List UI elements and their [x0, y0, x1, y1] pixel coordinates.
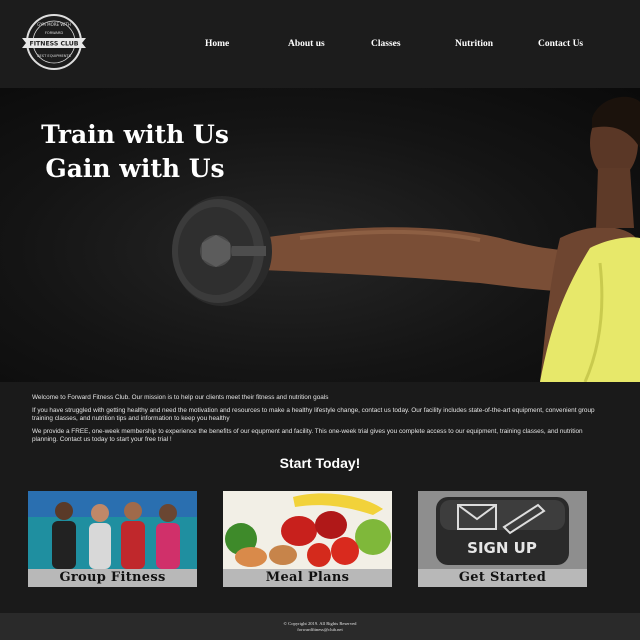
group-fitness-label: Group Fitness	[28, 569, 197, 587]
sign-up-image: SIGN UP	[418, 491, 587, 569]
footer-copyright: © Copyright 2019. All Rights Reserved	[283, 621, 357, 626]
hero-line-2: Gain with Us	[45, 154, 225, 183]
start-today-heading: Start Today!	[279, 455, 361, 471]
nav-nutrition[interactable]: Nutrition	[455, 39, 493, 49]
main-nav: Home About us Classes Nutrition Contact …	[0, 39, 640, 53]
intro-paragraph-1: Welcome to Forward Fitness Club. Our mis…	[32, 394, 329, 401]
intro-section: Welcome to Forward Fitness Club. Our mis…	[32, 394, 610, 449]
meal-plans-card[interactable]: Meal Plans	[223, 491, 392, 587]
logo-top-text: GYM MORE WITH	[37, 22, 71, 27]
sign-up-text: SIGN UP	[467, 539, 537, 557]
site-header: GYM MORE WITH FORWARD FITNESS CLUB BEST …	[0, 0, 640, 88]
meal-plans-image	[223, 491, 392, 569]
logo-bottom-text: BEST EQUIPMENTS	[37, 54, 72, 58]
group-fitness-image	[28, 491, 197, 569]
nav-home[interactable]: Home	[205, 39, 229, 49]
get-started-label: Get Started	[418, 569, 587, 587]
footer-email[interactable]: forwardfitness@club.net	[0, 627, 640, 633]
logo-middle-text: FORWARD	[45, 31, 64, 35]
hero-banner: Train with Us Gain with Us	[0, 88, 640, 382]
get-started-card[interactable]: SIGN UP Get Started	[418, 491, 587, 587]
nav-about-us[interactable]: About us	[288, 39, 325, 49]
intro-paragraph-3: We provide a FREE, one-week membership t…	[32, 428, 583, 443]
intro-paragraph-2: If you have struggled with getting healt…	[32, 407, 595, 422]
group-fitness-card[interactable]: Group Fitness	[28, 491, 197, 587]
site-footer: © Copyright 2019. All Rights Reserved fo…	[0, 613, 640, 640]
nav-contact-us[interactable]: Contact Us	[538, 39, 583, 49]
hero-headline: Train with Us Gain with Us	[0, 118, 270, 186]
nav-classes[interactable]: Classes	[371, 39, 401, 49]
hero-line-1: Train with Us	[41, 120, 229, 149]
meal-plans-label: Meal Plans	[223, 569, 392, 587]
